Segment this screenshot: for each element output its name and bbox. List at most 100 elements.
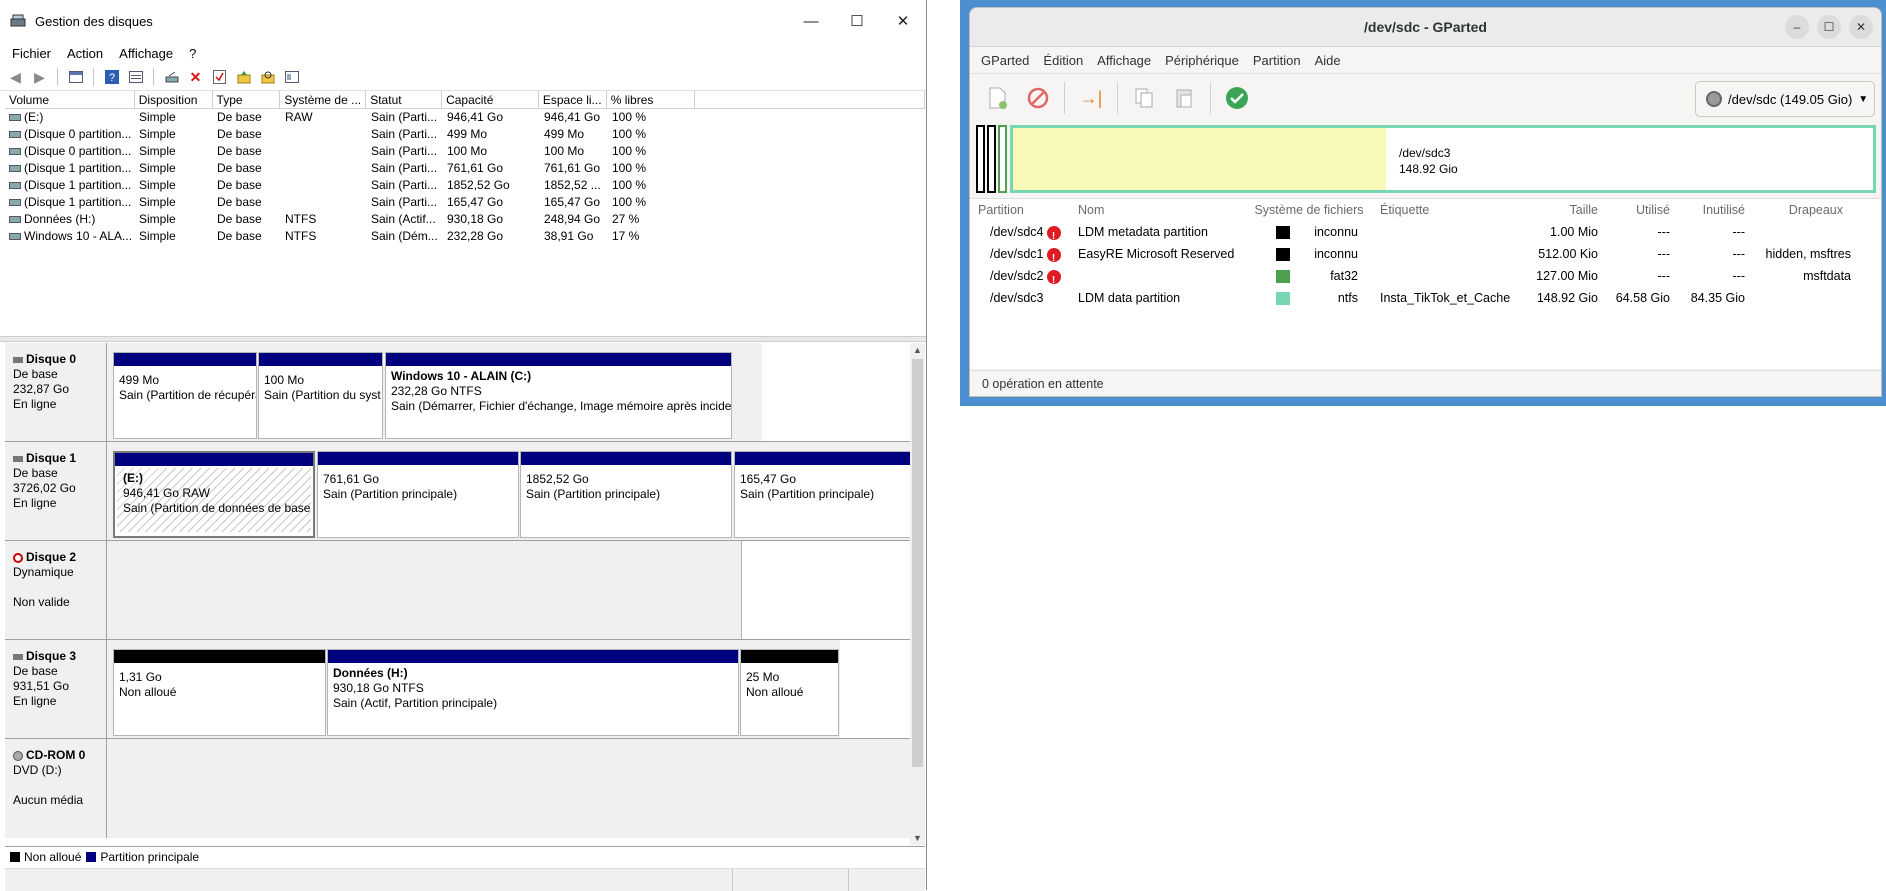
disk-label-2[interactable]: Disque 2 Dynamique Non valide (5, 541, 107, 640)
partition-block[interactable]: 100 Mo Sain (Partition du syst (258, 352, 383, 439)
partition-block[interactable]: 761,61 Go Sain (Partition principale) (317, 451, 519, 538)
scroll-up-icon[interactable]: ▲ (910, 345, 925, 355)
partition-block[interactable]: 499 MoSain (Partition de récupération (113, 352, 257, 439)
cell-text: Sain (Parti... (371, 161, 438, 175)
menu-affichage[interactable]: Affichage (111, 46, 181, 61)
disk-label-3[interactable]: Disque 3 De base 931,51 Go En ligne (5, 640, 107, 739)
disk-label-1[interactable]: Disque 1 De base 3726,02 Go En ligne (5, 442, 107, 541)
menu-gparted[interactable]: GParted (974, 53, 1036, 68)
table-row[interactable]: Windows 10 - ALA... Simple De base NTFS Sain… (5, 228, 925, 245)
cell-text: Sain (Parti... (371, 127, 438, 141)
col-utilise[interactable]: Utilisé (1598, 199, 1670, 221)
table-row[interactable]: (Disque 0 partition... Simple De base Sain … (5, 143, 925, 160)
col-inutilise[interactable]: Inutilisé (1670, 199, 1745, 221)
graph-partition-sdc1[interactable] (987, 125, 996, 193)
partition-block-selected[interactable]: (E:) 946,41 Go RAW Sain (Partition de donn… (113, 451, 315, 538)
help-icon[interactable]: ? (102, 68, 121, 86)
partition-block[interactable]: Windows 10 - ALAIN (C:) 232,28 Go NTFS Sai… (385, 352, 732, 439)
graph-partition-sdc2[interactable] (998, 125, 1007, 193)
menu-help[interactable]: ? (181, 46, 204, 61)
table-row[interactable]: /dev/sdc3 LDM data partition ntfs Insta_Tik… (970, 287, 1881, 309)
minimize-button[interactable]: – (1785, 15, 1809, 39)
scrollbar-thumb[interactable] (912, 359, 923, 767)
partition-block[interactable]: 165,47 Go Sain (Partition principale) (734, 451, 910, 538)
unallocated-block[interactable]: 1,31 Go Non alloué (113, 649, 326, 736)
menu-partition[interactable]: Partition (1246, 53, 1308, 68)
table-row[interactable]: /dev/sdc2! fat32 127.00 Mio --- --- msftdata (970, 265, 1881, 287)
apply-icon[interactable] (1217, 80, 1257, 116)
delete-icon[interactable]: ✕ (186, 68, 205, 86)
col-taille[interactable]: Taille (1513, 199, 1599, 221)
col-filesystem[interactable]: Système de fichiers (1244, 199, 1374, 221)
table-row[interactable]: (Disque 1 partition... Simple De base Sain … (5, 177, 925, 194)
table-row[interactable]: (Disque 0 partition... Simple De base Sain … (5, 126, 925, 143)
resize-move-icon[interactable]: →| (1071, 80, 1111, 116)
volume-list-header: Volume Disposition Type Système de ... S… (5, 91, 926, 109)
connect-drive-icon[interactable] (162, 68, 181, 86)
menu-edition[interactable]: Édition (1036, 53, 1090, 68)
close-button[interactable]: ✕ (1849, 15, 1873, 39)
check-icon[interactable] (210, 68, 229, 86)
console-tree-icon[interactable] (66, 68, 85, 86)
folder-search-icon[interactable] (258, 68, 277, 86)
graph-partition-sdc4[interactable] (976, 125, 985, 193)
warning-icon[interactable]: ! (1046, 269, 1061, 284)
table-row[interactable]: (Disque 1 partition... Simple De base Sain … (5, 160, 925, 177)
device-selector[interactable]: /dev/sdc (149.05 Gio) ▼ (1695, 81, 1875, 117)
table-row[interactable]: /dev/sdc4! LDM metadata partition inconnu 1… (970, 221, 1881, 243)
menu-fichier[interactable]: Fichier (4, 46, 59, 61)
table-row[interactable]: /dev/sdc1! EasyRE Microsoft Reserved incon… (970, 243, 1881, 265)
col-espace-libre[interactable]: Espace li... (538, 91, 607, 109)
back-arrow-icon[interactable]: ◀ (6, 68, 25, 86)
col-drapeaux[interactable]: Drapeaux (1745, 199, 1861, 221)
col-type[interactable]: Type (212, 91, 281, 109)
table-row[interactable]: (E:) Simple De base RAW Sain (Parti... 946,41… (5, 109, 925, 126)
partition-table-rows: /dev/sdc4! LDM metadata partition inconnu 1… (970, 221, 1881, 309)
partition-block[interactable]: 1852,52 Go Sain (Partition principale) (520, 451, 732, 538)
partition-block[interactable]: Données (H:) 930,18 Go NTFS Sain (Actif, P… (327, 649, 739, 736)
view-icon[interactable] (282, 68, 301, 86)
copy-icon[interactable] (1124, 80, 1164, 116)
maximize-button[interactable]: ☐ (834, 0, 880, 42)
menu-affichage[interactable]: Affichage (1090, 53, 1158, 68)
maximize-button[interactable]: ☐ (1817, 15, 1841, 39)
col-statut[interactable]: Statut (366, 91, 443, 109)
minimize-button[interactable]: — (788, 0, 834, 42)
pane-splitter[interactable] (0, 336, 926, 342)
col-partition[interactable]: Partition (970, 199, 1068, 221)
paste-icon[interactable] (1164, 80, 1204, 116)
vertical-scrollbar[interactable]: ▲ ▼ (910, 343, 925, 845)
primary-swatch (86, 852, 97, 862)
delete-partition-icon[interactable] (1018, 80, 1058, 116)
cell-text: Simple (139, 110, 176, 124)
folder-up-icon[interactable] (234, 68, 253, 86)
scroll-down-icon[interactable]: ▼ (910, 833, 925, 843)
graph-partition-sdc3[interactable]: /dev/sdc3 148.92 Gio (1010, 125, 1876, 193)
vol-volume: (Disque 1 partition... (5, 177, 135, 194)
properties-icon[interactable] (126, 68, 145, 86)
disk-icon (13, 653, 23, 660)
volume-list[interactable]: Volume Disposition Type Système de ... S… (5, 91, 926, 335)
warning-icon[interactable]: ! (1046, 247, 1061, 262)
new-partition-icon[interactable] (978, 80, 1018, 116)
table-row[interactable]: Données (H:) Simple De base NTFS Sain (Actif… (5, 211, 925, 228)
col-filesystem[interactable]: Système de ... (280, 91, 367, 109)
close-button[interactable]: ✕ (880, 0, 926, 42)
forward-arrow-icon[interactable]: ▶ (30, 68, 49, 86)
col-volume[interactable]: Volume (5, 91, 135, 109)
unallocated-block[interactable]: 25 Mo Non alloué (740, 649, 839, 736)
warning-icon[interactable]: ! (1046, 225, 1061, 240)
disk-label-0[interactable]: Disque 0 De base 232,87 Go En ligne (5, 343, 107, 442)
menu-peripherique[interactable]: Périphérique (1158, 53, 1246, 68)
col-capacite[interactable]: Capacité (442, 91, 539, 109)
cell-text: Simple (139, 229, 176, 243)
table-row[interactable]: (Disque 1 partition... Simple De base Sain … (5, 194, 925, 211)
vol-disposition: Simple (135, 194, 213, 211)
col-nom[interactable]: Nom (1068, 199, 1244, 221)
disk-label-cdrom[interactable]: CD-ROM 0 DVD (D:) Aucun média (5, 739, 107, 838)
col-pct-libres[interactable]: % libres (606, 91, 695, 109)
menu-action[interactable]: Action (59, 46, 111, 61)
menu-aide[interactable]: Aide (1308, 53, 1348, 68)
col-disposition[interactable]: Disposition (134, 91, 213, 109)
col-etiquette[interactable]: Étiquette (1374, 199, 1513, 221)
